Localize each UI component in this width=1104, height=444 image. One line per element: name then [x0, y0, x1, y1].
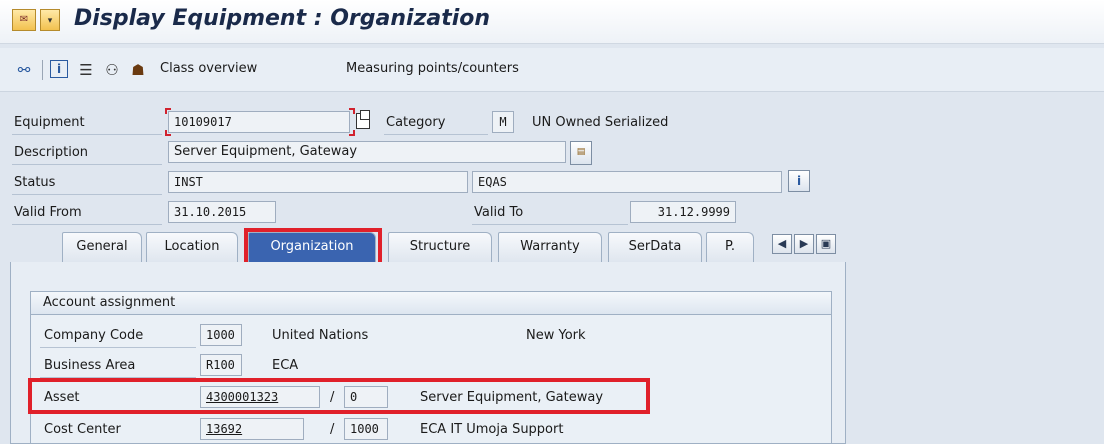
- label-underline: [12, 134, 162, 135]
- page-title: Display Equipment : Organization: [74, 6, 491, 31]
- measuring-points-button[interactable]: Measuring points/counters: [346, 61, 519, 76]
- valid-from-field[interactable]: 31.10.2015: [168, 201, 276, 223]
- category-text: UN Owned Serialized: [532, 115, 669, 130]
- cost-center-label: Cost Center: [44, 422, 121, 437]
- focus-marker: [349, 108, 355, 114]
- tab-scroll-right-icon[interactable]: ▶: [794, 234, 814, 254]
- class-overview-button[interactable]: Class overview: [160, 61, 257, 76]
- company-code-city: New York: [526, 328, 586, 343]
- label-underline: [384, 134, 488, 135]
- valid-to-label: Valid To: [474, 205, 524, 220]
- equipment-label: Equipment: [14, 115, 85, 130]
- toolbar-separator: [42, 60, 43, 80]
- description-label: Description: [14, 145, 89, 160]
- category-label: Category: [386, 115, 446, 130]
- cost-center-name: ECA IT Umoja Support: [420, 422, 564, 437]
- sap-menu-icon[interactable]: ✉: [12, 9, 36, 31]
- highlight-asset-row: [28, 378, 650, 414]
- cost-center-separator: /: [330, 422, 335, 437]
- menu-dropdown-icon[interactable]: ▾: [40, 9, 60, 31]
- glasses-icon[interactable]: ⚯: [14, 60, 34, 80]
- tab-location[interactable]: Location: [146, 232, 238, 262]
- group-title: Account assignment: [30, 291, 832, 315]
- company-code-field[interactable]: 1000: [200, 324, 242, 346]
- info-icon[interactable]: i: [50, 60, 68, 78]
- user-status-field[interactable]: EQAS: [472, 171, 782, 193]
- focus-marker: [165, 130, 171, 136]
- label-underline: [40, 347, 196, 348]
- hierarchy-icon[interactable]: ☗: [128, 60, 148, 80]
- label-underline: [12, 224, 162, 225]
- document-icon[interactable]: ☰: [76, 60, 96, 80]
- company-code-name: United Nations: [272, 328, 369, 343]
- focus-marker: [349, 130, 355, 136]
- controlling-area-field[interactable]: 1000: [344, 418, 388, 440]
- tab-list-icon[interactable]: ▣: [816, 234, 836, 254]
- business-area-label: Business Area: [44, 358, 136, 373]
- tab-structure[interactable]: Structure: [388, 232, 492, 262]
- company-code-label: Company Code: [44, 328, 144, 343]
- system-status-field[interactable]: INST: [168, 171, 468, 193]
- copy-icon[interactable]: [356, 110, 370, 129]
- business-area-field[interactable]: R100: [200, 354, 242, 376]
- equipment-field[interactable]: 10109017: [168, 111, 350, 133]
- status-label: Status: [14, 175, 56, 190]
- partners-icon[interactable]: ⚇: [102, 60, 122, 80]
- status-info-icon[interactable]: i: [788, 170, 810, 192]
- cost-center-field[interactable]: 13692: [200, 418, 304, 440]
- tab-serdata[interactable]: SerData: [608, 232, 702, 262]
- description-field[interactable]: Server Equipment, Gateway: [168, 141, 566, 163]
- label-underline: [472, 224, 628, 225]
- valid-from-label: Valid From: [14, 205, 82, 220]
- label-underline: [12, 164, 162, 165]
- valid-to-field[interactable]: 31.12.9999: [630, 201, 736, 223]
- highlight-organization-tab: [244, 228, 382, 266]
- long-text-icon[interactable]: ▤: [570, 141, 592, 165]
- tab-scroll-left-icon[interactable]: ◀: [772, 234, 792, 254]
- label-underline: [12, 194, 162, 195]
- business-area-name: ECA: [272, 358, 299, 373]
- category-field[interactable]: M: [492, 111, 514, 133]
- tab-warranty[interactable]: Warranty: [498, 232, 602, 262]
- tab-more[interactable]: P.: [706, 232, 754, 262]
- focus-marker: [165, 108, 171, 114]
- tab-general[interactable]: General: [62, 232, 142, 262]
